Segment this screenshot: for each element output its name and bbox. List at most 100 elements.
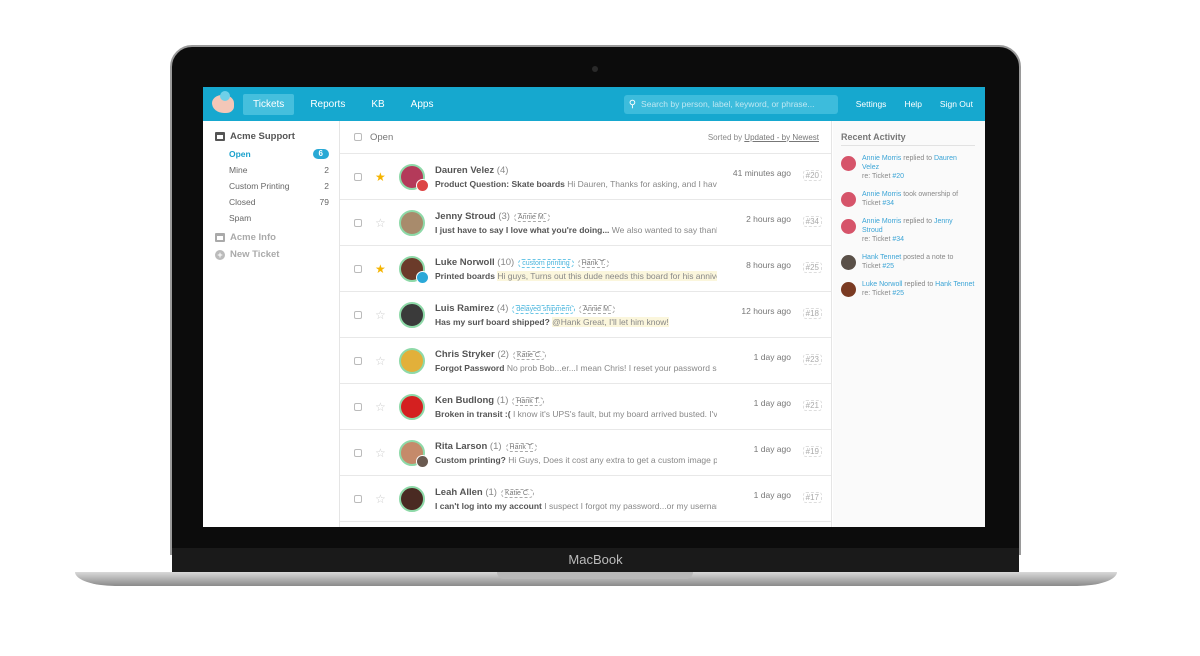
- ticket-link[interactable]: #34: [892, 236, 904, 243]
- ticket-snippet: Has my surf board shipped? @Hank Great, …: [435, 316, 717, 327]
- customer-name: Rita Larson: [435, 440, 488, 452]
- ticket-header: Luis Ramirez (4) delayed shipment Annie M.: [435, 303, 717, 314]
- assignee-tag[interactable]: Hank T.: [512, 396, 544, 406]
- recent-activity-panel: Recent Activity Annie Morris replied to …: [833, 121, 985, 527]
- table-row[interactable]: ☆ Ken Budlong (1) Hank T. Broken in transit…: [340, 384, 831, 430]
- ticket-snippet: Product Question: Skate boards Hi Dauren…: [435, 179, 717, 189]
- nav-apps[interactable]: Apps: [401, 94, 444, 115]
- table-row[interactable]: ☆ Luis Ramirez (4) delayed shipment Annie M…: [340, 292, 831, 338]
- avatar: [399, 439, 429, 468]
- select-all-checkbox[interactable]: [354, 133, 362, 141]
- list-title: Open: [370, 131, 394, 143]
- activity-avatar: [841, 192, 856, 207]
- label-tag[interactable]: custom printing: [518, 258, 574, 268]
- bird-logo-icon[interactable]: [212, 91, 234, 113]
- new-ticket-label: New Ticket: [230, 249, 280, 260]
- ticket-subject: I can't log into my account: [435, 500, 542, 511]
- table-row[interactable]: ★ Luke Norwoll (10) custom printing Hank T.…: [340, 246, 831, 292]
- ticket-link[interactable]: #25: [882, 263, 894, 270]
- new-ticket-button[interactable]: + New Ticket: [215, 249, 339, 260]
- nav-reports[interactable]: Reports: [300, 94, 355, 115]
- sign-out-link[interactable]: Sign Out: [940, 99, 973, 109]
- sidebar-item-mine[interactable]: Mine 2: [215, 162, 339, 178]
- action-text: posted a note to: [901, 254, 954, 261]
- ticket-header: Jenny Stroud (3) Annie M.: [435, 211, 717, 222]
- avatar: [399, 393, 425, 420]
- ticket-id: #25: [802, 262, 822, 273]
- customer-name: Jenny Stroud: [435, 210, 496, 222]
- table-row[interactable]: ★ Dauren Velez (4) Product Question: Skate…: [340, 154, 831, 200]
- sidebar-group-acme-info[interactable]: Acme Info: [215, 232, 339, 243]
- assignee-tag[interactable]: Katie C.: [512, 350, 546, 360]
- star-filled-icon[interactable]: ★: [375, 262, 387, 276]
- row-checkbox[interactable]: [354, 310, 362, 319]
- help-link[interactable]: Help: [904, 99, 921, 109]
- snippet-text: I suspect I forgot my password...or my u…: [544, 500, 717, 511]
- search-input[interactable]: ⚲ Search by person, label, keyword, or ph…: [623, 94, 838, 114]
- row-checkbox[interactable]: [354, 264, 362, 273]
- sidebar-group-acme-support[interactable]: Acme Support: [215, 131, 339, 142]
- sidebar-item-spam[interactable]: Spam: [215, 210, 339, 226]
- sidebar-item-closed[interactable]: Closed 79: [215, 194, 339, 210]
- ticket-prefix: re: Ticket: [862, 290, 893, 297]
- ticket-time: 8 hours ago: [746, 260, 791, 270]
- star-outline-icon[interactable]: ☆: [375, 492, 387, 506]
- label-tag[interactable]: delayed shipment: [512, 304, 576, 314]
- star-outline-icon[interactable]: ☆: [375, 446, 387, 460]
- actor-link[interactable]: Annie Morris: [862, 155, 901, 162]
- ticket-header: Chris Stryker (2) Katie C.: [435, 349, 717, 360]
- star-outline-icon[interactable]: ☆: [375, 400, 387, 414]
- table-row[interactable]: ☆ Jenny Stroud (3) Annie M. I just have to …: [340, 200, 831, 246]
- table-row[interactable]: ☆ Chris Stryker (2) Katie C. Forgot Passwor…: [340, 338, 831, 384]
- ticket-time: 1 day ago: [753, 398, 791, 408]
- snippet-text: We also wanted to say thank you: [611, 224, 717, 235]
- sub-avatar: [416, 454, 429, 468]
- row-checkbox[interactable]: [354, 402, 362, 411]
- actor-link[interactable]: Annie Morris: [862, 191, 901, 198]
- star-filled-icon[interactable]: ★: [375, 170, 387, 184]
- star-outline-icon[interactable]: ☆: [375, 216, 387, 230]
- sidebar-item-custom-printing[interactable]: Custom Printing 2: [215, 178, 339, 194]
- activity-avatar: [841, 156, 856, 171]
- actor-link[interactable]: Hank Tennet: [862, 254, 901, 261]
- activity-avatar: [841, 219, 856, 234]
- sidebar-item-label: Open: [229, 149, 251, 159]
- activity-item: Hank Tennet posted a note to Ticket #25: [841, 253, 975, 271]
- app-screen: Tickets Reports KB Apps ⚲ Search by perso…: [203, 87, 985, 527]
- assignee-tag[interactable]: Hank T.: [577, 258, 610, 268]
- row-checkbox[interactable]: [354, 494, 362, 503]
- assignee-tag[interactable]: Hank T.: [505, 442, 538, 452]
- row-checkbox[interactable]: [354, 218, 362, 227]
- ticket-link[interactable]: #34: [882, 200, 894, 207]
- assignee-tag[interactable]: Annie M.: [579, 304, 615, 314]
- nav-kb[interactable]: KB: [361, 94, 394, 115]
- sidebar-item-count: 6: [312, 149, 329, 159]
- sidebar-item-open[interactable]: Open 6: [215, 146, 339, 162]
- table-row[interactable]: ☆ Rita Larson (1) Hank T. Custom printing? …: [340, 430, 831, 476]
- actor-link[interactable]: Luke Norwoll: [862, 281, 902, 288]
- device-label: MacBook: [172, 548, 1019, 572]
- row-checkbox[interactable]: [354, 448, 362, 457]
- star-outline-icon[interactable]: ☆: [375, 354, 387, 368]
- ticket-time: 2 hours ago: [746, 214, 791, 224]
- avatar: [399, 209, 425, 236]
- row-checkbox[interactable]: [354, 356, 362, 365]
- settings-link[interactable]: Settings: [856, 99, 887, 109]
- ticket-prefix: Ticket: [862, 200, 883, 207]
- sort-link[interactable]: Updated - by Newest: [744, 133, 819, 142]
- row-checkbox[interactable]: [354, 172, 362, 181]
- nav-tickets[interactable]: Tickets: [243, 93, 295, 115]
- ticket-id: #18: [802, 308, 822, 319]
- ticket-subject: Product Question: Skate boards: [435, 178, 565, 189]
- ticket-id: #34: [802, 216, 822, 227]
- ticket-summary: Rita Larson (1) Hank T. Custom printing? H…: [435, 441, 717, 465]
- ticket-link[interactable]: #20: [892, 173, 904, 180]
- ticket-link[interactable]: #25: [892, 290, 904, 297]
- table-row[interactable]: ☆ Leah Allen (1) Katie C. I can't log into …: [340, 476, 831, 522]
- star-outline-icon[interactable]: ☆: [375, 308, 387, 322]
- actor-link[interactable]: Annie Morris: [862, 218, 901, 225]
- target-link[interactable]: Hank Tennet: [935, 281, 974, 288]
- ticket-summary: Leah Allen (1) Katie C. I can't log into m…: [435, 487, 717, 511]
- assignee-tag[interactable]: Annie M.: [513, 212, 550, 222]
- assignee-tag[interactable]: Katie C.: [500, 488, 534, 498]
